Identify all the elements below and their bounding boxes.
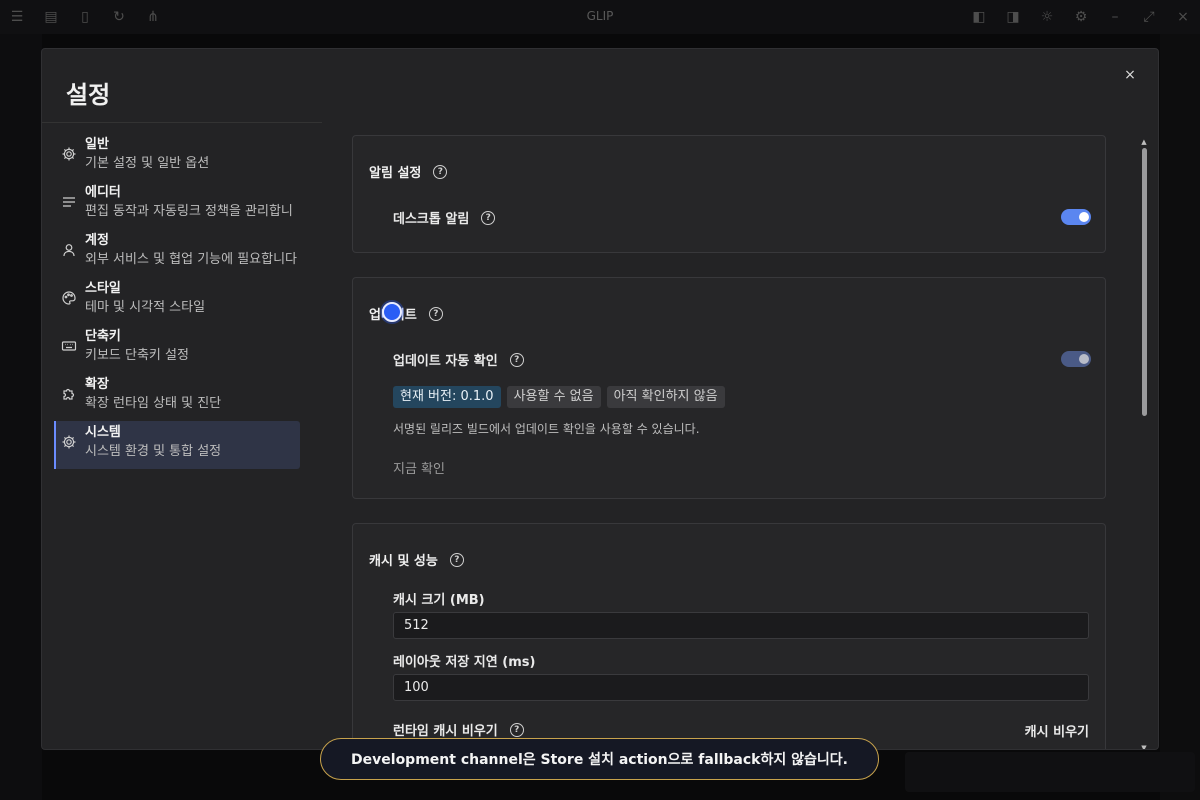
nav-desc: 외부 서비스 및 협업 기능에 필요합니다 <box>85 252 298 267</box>
notifications-title: 알림 설정 ? <box>369 162 448 181</box>
updates-title: 업데이트 ? <box>369 304 443 323</box>
layout-delay-input[interactable]: 100 <box>393 674 1089 701</box>
help-icon[interactable]: ? <box>509 722 524 737</box>
help-icon[interactable]: ? <box>481 210 496 225</box>
puzzle-icon <box>63 388 75 400</box>
cache-title-text: 캐시 및 성능 <box>369 554 438 569</box>
notifications-card: 알림 설정 ? 데스크톱 알림 ? <box>352 135 1106 253</box>
nav-label: 계정 <box>85 233 109 248</box>
cache-size-label: 캐시 크기 (MB) <box>393 593 485 608</box>
nav-desc: 기본 설정 및 일반 옵션 <box>85 156 210 171</box>
nav-item-style[interactable]: 스타일 테마 및 시각적 스타일 <box>54 277 300 325</box>
gear-icon <box>62 147 76 161</box>
scroll-down-icon[interactable]: ▼ <box>1139 744 1149 749</box>
desktop-notification-row: 데스크톱 알림 ? <box>393 208 496 227</box>
modal-title: 설정 <box>66 81 111 109</box>
desktop-notification-label: 데스크톱 알림 <box>393 212 470 227</box>
user-icon <box>63 244 75 257</box>
nav-item-extensions[interactable]: 확장 확장 런타임 상태 및 진단 <box>54 373 300 421</box>
scroll-up-icon[interactable]: ▲ <box>1139 138 1149 146</box>
nav-divider <box>42 122 322 123</box>
nav-item-shortcuts[interactable]: 단축키 키보드 단축키 설정 <box>54 325 300 373</box>
desktop-notification-toggle[interactable] <box>1061 209 1091 225</box>
auto-update-label: 업데이트 자동 확인 <box>393 354 498 369</box>
cache-card: 캐시 및 성능 ? 캐시 크기 (MB) 512 레이아웃 저장 지연 (ms)… <box>352 523 1106 749</box>
cache-title: 캐시 및 성능 ? <box>369 550 464 569</box>
nav-desc: 시스템 환경 및 통합 설정 <box>85 444 222 459</box>
nav-desc: 편집 동작과 자동링크 정책을 관리합니 <box>85 204 293 219</box>
scroll-thumb[interactable] <box>1142 148 1147 416</box>
nav-label: 확장 <box>85 377 109 392</box>
nav-label: 스타일 <box>85 281 121 296</box>
close-button[interactable]: × <box>1120 65 1140 85</box>
toast-notification: Development channel은 Store 설치 action으로 f… <box>320 738 879 780</box>
version-badge: 현재 버전: 0.1.0 <box>393 386 501 408</box>
check-status-badge: 아직 확인하지 않음 <box>606 386 725 408</box>
help-icon[interactable]: ? <box>428 306 443 321</box>
settings-content[interactable]: 알림 설정 ? 데스크톱 알림 ? 업데이트 ? 업데이트 자동 확인 ? 현재… <box>352 135 1106 749</box>
auto-update-row: 업데이트 자동 확인 ? <box>393 350 524 369</box>
availability-badge: 사용할 수 없음 <box>506 386 601 408</box>
content-scrollbar[interactable]: ▲ ▼ <box>1139 138 1149 749</box>
nav-desc: 키보드 단축키 설정 <box>85 348 189 363</box>
nav-label: 일반 <box>85 137 109 152</box>
nav-item-editor[interactable]: 에디터 편집 동작과 자동링크 정책을 관리합니 <box>54 181 300 229</box>
close-icon: × <box>1124 67 1136 83</box>
nav-label: 시스템 <box>85 425 121 440</box>
runtime-cache-row: 런타임 캐시 비우기 ? <box>393 720 524 739</box>
help-icon[interactable]: ? <box>509 352 524 367</box>
settings-nav: 일반 기본 설정 및 일반 옵션 에디터 편집 동작과 자동링크 정책을 관리합… <box>54 133 300 469</box>
auto-update-toggle[interactable] <box>1061 351 1091 367</box>
update-badges: 현재 버전: 0.1.0 사용할 수 없음 아직 확인하지 않음 <box>393 386 725 408</box>
nav-label: 에디터 <box>85 185 121 200</box>
settings-dialog: 설정 × 일반 기본 설정 및 일반 옵션 에디터 편집 동작과 자동링크 정책… <box>41 48 1159 750</box>
notifications-title-text: 알림 설정 <box>369 166 422 181</box>
update-hint: 서명된 릴리즈 빌드에서 업데이트 확인을 사용할 수 있습니다. <box>393 422 700 436</box>
palette-icon <box>62 291 76 305</box>
updates-card: 업데이트 ? 업데이트 자동 확인 ? 현재 버전: 0.1.0 사용할 수 없… <box>352 277 1106 499</box>
cursor-indicator <box>382 302 402 322</box>
nav-desc: 테마 및 시각적 스타일 <box>85 300 206 315</box>
lines-icon <box>63 197 75 207</box>
nav-item-general[interactable]: 일반 기본 설정 및 일반 옵션 <box>54 133 300 181</box>
toast-message: Development channel은 Store 설치 action으로 f… <box>351 752 848 768</box>
cache-size-input[interactable]: 512 <box>393 612 1089 639</box>
nav-item-system[interactable]: 시스템 시스템 환경 및 통합 설정 <box>54 421 300 469</box>
system-gear-icon <box>62 435 76 449</box>
help-icon[interactable]: ? <box>433 164 448 179</box>
nav-item-account[interactable]: 계정 외부 서비스 및 협업 기능에 필요합니다 <box>54 229 300 277</box>
check-now-button[interactable]: 지금 확인 <box>393 458 445 477</box>
help-icon[interactable]: ? <box>449 552 464 567</box>
runtime-cache-label: 런타임 캐시 비우기 <box>393 724 498 739</box>
clear-cache-button[interactable]: 캐시 비우기 <box>1025 721 1089 740</box>
keyboard-icon <box>61 341 77 351</box>
nav-label: 단축키 <box>85 329 121 344</box>
nav-desc: 확장 런타임 상태 및 진단 <box>85 396 222 411</box>
layout-delay-label: 레이아웃 저장 지연 (ms) <box>393 655 536 670</box>
